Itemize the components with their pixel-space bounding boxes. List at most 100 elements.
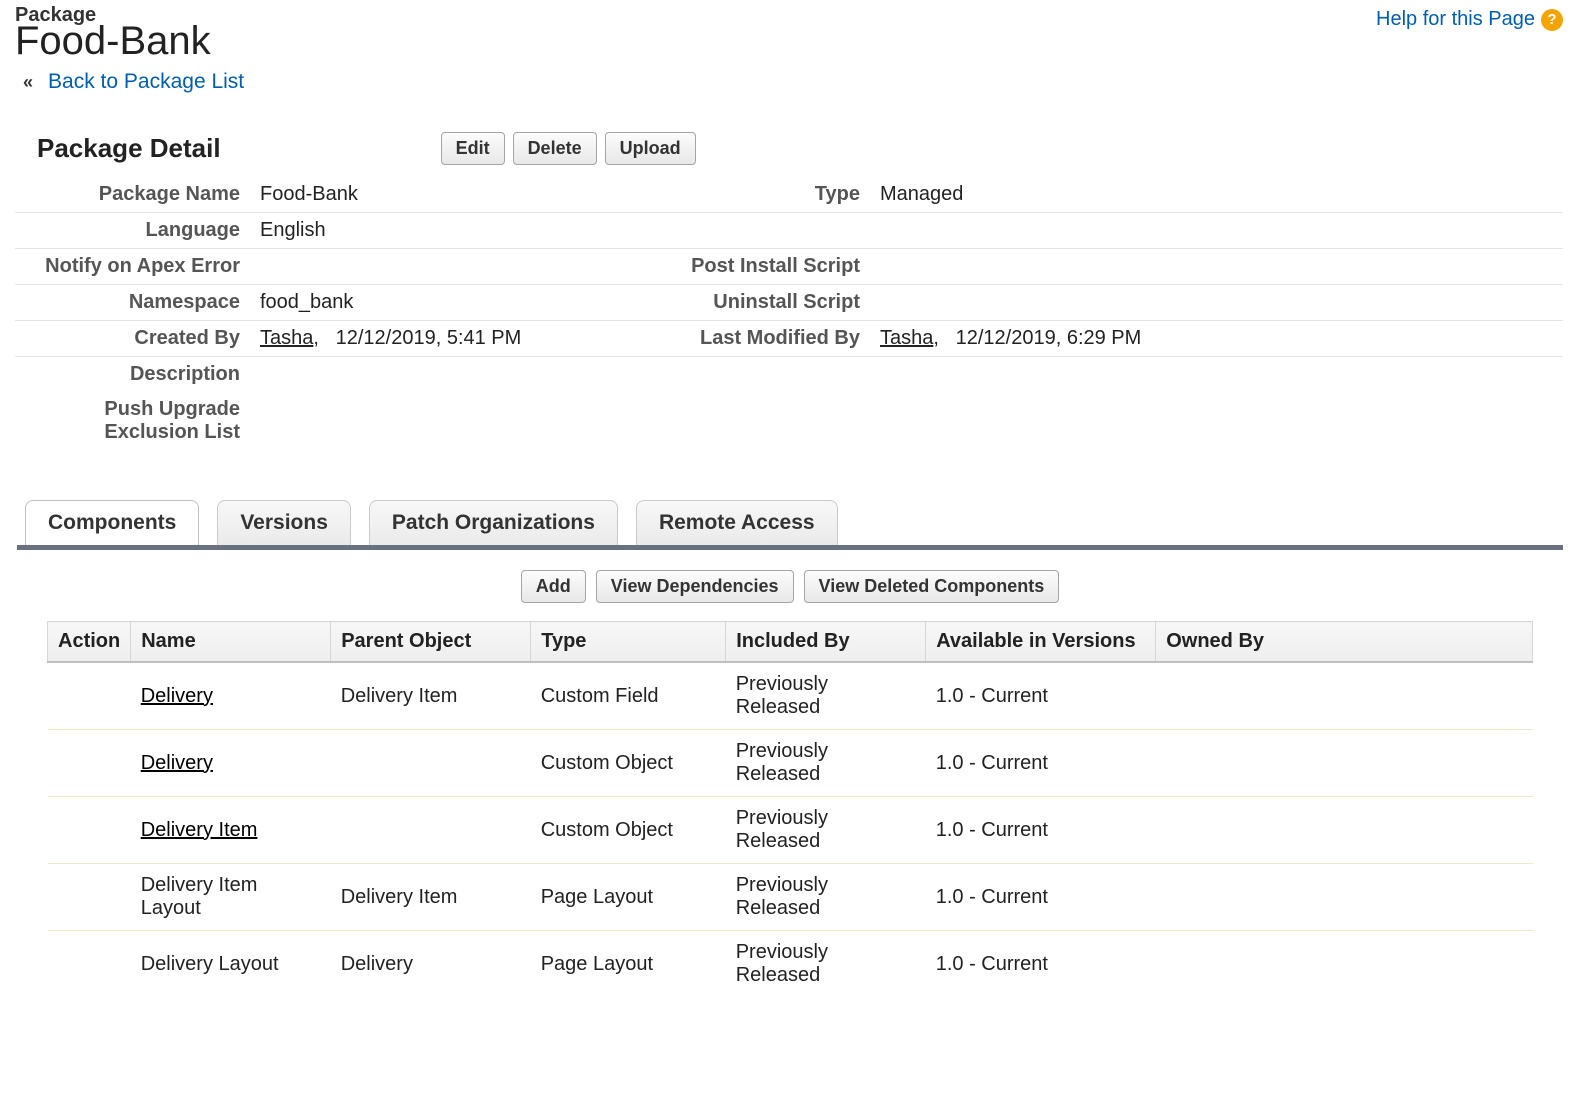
col-included: Included By — [726, 622, 926, 663]
tab-components[interactable]: Components — [25, 500, 199, 545]
modified-by-time: 12/12/2019, 6:29 PM — [956, 327, 1142, 349]
tab-patch-organizations[interactable]: Patch Organizations — [369, 500, 618, 545]
value-post-install — [870, 249, 1563, 285]
cell-type: Custom Object — [531, 797, 726, 864]
col-action: Action — [48, 622, 131, 663]
cell-available: 1.0 - Current — [926, 931, 1156, 998]
label-push-exclusion: Push Upgrade Exclusion List — [15, 392, 250, 450]
detail-table: Package Name Food-Bank Type Managed Lang… — [15, 177, 1563, 450]
label-type: Type — [600, 177, 870, 213]
created-by-time: 12/12/2019, 5:41 PM — [336, 327, 522, 349]
upload-button[interactable]: Upload — [605, 132, 696, 165]
cell-included: Previously Released — [726, 931, 926, 998]
cell-parent: Delivery Item — [331, 662, 531, 730]
cell-owned — [1156, 730, 1533, 797]
value-created-by: Tasha, 12/12/2019, 5:41 PM — [250, 321, 600, 357]
component-name: Delivery Layout — [141, 953, 279, 975]
col-owned: Owned By — [1156, 622, 1533, 663]
cell-parent — [331, 730, 531, 797]
cell-type: Custom Field — [531, 662, 726, 730]
cell-name: Delivery — [131, 662, 331, 730]
table-row: Delivery Item Layout Delivery ItemPage La… — [48, 864, 1533, 931]
help-label: Help for this Page — [1376, 8, 1535, 31]
table-row: Delivery Item Custom ObjectPreviously Rel… — [48, 797, 1533, 864]
label-package-name: Package Name — [15, 177, 250, 213]
table-row: Delivery Custom ObjectPreviously Released… — [48, 730, 1533, 797]
edit-button[interactable]: Edit — [441, 132, 505, 165]
component-name-link[interactable]: Delivery — [141, 685, 213, 707]
cell-type: Page Layout — [531, 864, 726, 931]
modified-by-user-link[interactable]: Tasha — [880, 327, 933, 349]
cell-available: 1.0 - Current — [926, 864, 1156, 931]
cell-available: 1.0 - Current — [926, 662, 1156, 730]
value-package-name: Food-Bank — [250, 177, 600, 213]
cell-type: Custom Object — [531, 730, 726, 797]
cell-available: 1.0 - Current — [926, 730, 1156, 797]
cell-owned — [1156, 797, 1533, 864]
value-uninstall — [870, 285, 1563, 321]
section-title: Package Detail — [37, 133, 221, 164]
cell-owned — [1156, 864, 1533, 931]
table-row: Delivery Delivery ItemCustom FieldPreviou… — [48, 662, 1533, 730]
value-modified-by: Tasha, 12/12/2019, 6:29 PM — [870, 321, 1563, 357]
value-namespace: food_bank — [250, 285, 600, 321]
value-notify — [250, 249, 600, 285]
col-parent: Parent Object — [331, 622, 531, 663]
back-link[interactable]: Back to Package List — [48, 70, 244, 93]
value-description — [250, 357, 600, 393]
cell-name: Delivery Item Layout — [131, 864, 331, 931]
label-notify: Notify on Apex Error — [15, 249, 250, 285]
cell-parent: Delivery — [331, 931, 531, 998]
cell-available: 1.0 - Current — [926, 797, 1156, 864]
label-modified-by: Last Modified By — [600, 321, 870, 357]
label-uninstall: Uninstall Script — [600, 285, 870, 321]
tab-versions[interactable]: Versions — [217, 500, 351, 545]
cell-action — [48, 662, 131, 730]
cell-included: Previously Released — [726, 797, 926, 864]
cell-parent: Delivery Item — [331, 864, 531, 931]
component-name-link[interactable]: Delivery — [141, 752, 213, 774]
components-table: Action Name Parent Object Type Included … — [47, 621, 1533, 997]
component-name: Delivery Item Layout — [141, 874, 258, 919]
cell-included: Previously Released — [726, 864, 926, 931]
cell-action — [48, 730, 131, 797]
chevron-left-icon: « — [23, 72, 33, 92]
cell-owned — [1156, 931, 1533, 998]
view-dependencies-button[interactable]: View Dependencies — [596, 570, 794, 603]
table-row: Delivery Layout DeliveryPage LayoutPrevio… — [48, 931, 1533, 998]
tab-panel-components: Add View Dependencies View Deleted Compo… — [17, 545, 1563, 997]
col-name: Name — [131, 622, 331, 663]
cell-parent — [331, 797, 531, 864]
help-link[interactable]: Help for this Page ? — [1376, 8, 1563, 31]
view-deleted-button[interactable]: View Deleted Components — [804, 570, 1060, 603]
detail-button-row: Edit Delete Upload — [441, 132, 696, 165]
label-language: Language — [15, 213, 250, 249]
cell-included: Previously Released — [726, 662, 926, 730]
label-created-by: Created By — [15, 321, 250, 357]
value-language: English — [250, 213, 600, 249]
add-button[interactable]: Add — [521, 570, 586, 603]
label-description: Description — [15, 357, 250, 393]
value-push-exclusion — [250, 392, 600, 450]
cell-type: Page Layout — [531, 931, 726, 998]
cell-name: Delivery — [131, 730, 331, 797]
value-type: Managed — [870, 177, 1563, 213]
cell-action — [48, 797, 131, 864]
cell-name: Delivery Layout — [131, 931, 331, 998]
delete-button[interactable]: Delete — [513, 132, 597, 165]
page-title: Food-Bank — [15, 19, 211, 64]
tab-remote-access[interactable]: Remote Access — [636, 500, 838, 545]
label-post-install: Post Install Script — [600, 249, 870, 285]
help-icon: ? — [1541, 9, 1563, 31]
col-type: Type — [531, 622, 726, 663]
label-namespace: Namespace — [15, 285, 250, 321]
tab-bar: Components Versions Patch Organizations … — [15, 500, 1563, 545]
col-available: Available in Versions — [926, 622, 1156, 663]
component-name-link[interactable]: Delivery Item — [141, 819, 258, 841]
created-by-user-link[interactable]: Tasha — [260, 327, 313, 349]
cell-name: Delivery Item — [131, 797, 331, 864]
cell-action — [48, 931, 131, 998]
cell-action — [48, 864, 131, 931]
cell-included: Previously Released — [726, 730, 926, 797]
cell-owned — [1156, 662, 1533, 730]
